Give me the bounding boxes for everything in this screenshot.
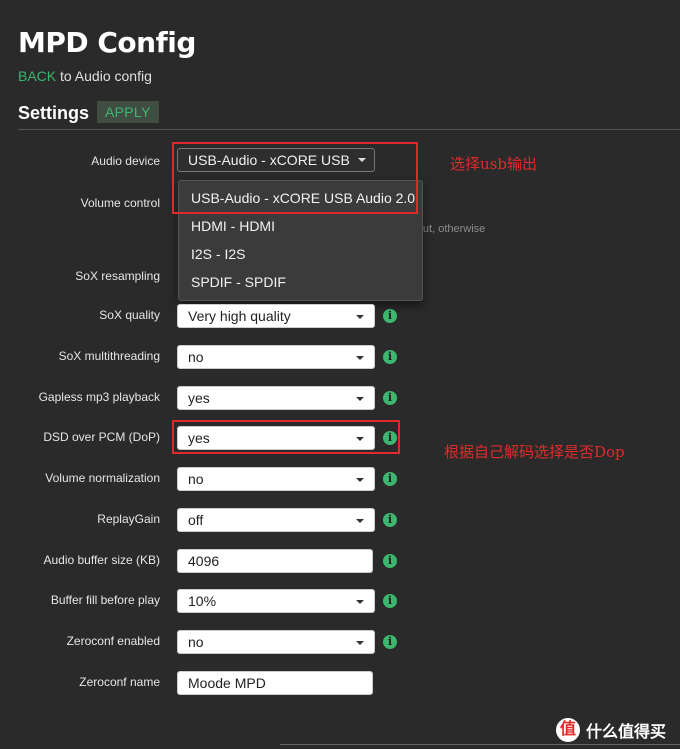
setting-label: Gapless mp3 playback [38, 390, 160, 404]
annotation-dop-text: 根据自己解码选择是否Dop [444, 443, 625, 461]
back-suffix: to Audio config [56, 68, 152, 84]
setting-label: Zeroconf name [79, 675, 160, 689]
footer-divider [280, 744, 680, 749]
sox-quality-row: SoX quality Very high quality i [0, 302, 680, 328]
info-icon[interactable]: i [383, 513, 397, 527]
volume-control-label: Volume control [80, 196, 160, 210]
chevron-down-icon [356, 315, 364, 319]
watermark-logo: 值 [556, 718, 580, 742]
annotation-usb-text: 选择usb输出 [450, 155, 537, 173]
audio-device-label: Audio device [91, 154, 160, 168]
chevron-down-icon [356, 356, 364, 360]
select-value: 10% [188, 593, 217, 609]
replaygain-select[interactable]: off [177, 508, 375, 532]
sox-quality-select[interactable]: Very high quality [177, 304, 375, 328]
setting-label: Volume normalization [45, 471, 160, 485]
audio-buffer-input[interactable]: 4096 [177, 549, 373, 573]
chevron-down-icon [356, 519, 364, 523]
page-title: MPD Config [18, 26, 196, 59]
info-icon[interactable]: i [383, 391, 397, 405]
setting-label: DSD over PCM (DoP) [43, 430, 160, 444]
setting-label: ReplayGain [97, 512, 160, 526]
buffer-fill-select[interactable]: 10% [177, 589, 375, 613]
zeroconf-name-row: Zeroconf name Moode MPD [0, 669, 680, 695]
menu-item-spdif[interactable]: SPDIF - SPDIF [179, 269, 422, 295]
gapless-mp3-row: Gapless mp3 playback yes i [0, 384, 680, 410]
setting-label: SoX multithreading [58, 349, 160, 363]
zeroconf-enabled-row: Zeroconf enabled no i [0, 628, 680, 654]
select-value: no [188, 634, 204, 650]
select-value: yes [188, 390, 210, 406]
info-icon[interactable]: i [383, 554, 397, 568]
select-value: no [188, 349, 204, 365]
select-value: no [188, 471, 204, 487]
annotation-box-usb [172, 142, 418, 214]
select-value: off [188, 512, 204, 528]
chevron-down-icon [356, 641, 364, 645]
back-link[interactable]: BACK [18, 68, 56, 84]
info-icon[interactable]: i [383, 594, 397, 608]
volume-normalization-select[interactable]: no [177, 467, 375, 491]
setting-label: Buffer fill before play [50, 593, 160, 607]
audio-buffer-row: Audio buffer size (KB) 4096 i [0, 547, 680, 573]
section-header: Settings APPLY [18, 100, 680, 130]
section-title: Settings [18, 103, 90, 123]
sox-multithreading-row: SoX multithreading no i [0, 343, 680, 369]
info-icon[interactable]: i [383, 350, 397, 364]
info-icon[interactable]: i [383, 635, 397, 649]
chevron-down-icon [356, 600, 364, 604]
replaygain-row: ReplayGain off i [0, 506, 680, 532]
chevron-down-icon [356, 478, 364, 482]
setting-label: SoX quality [99, 308, 160, 322]
buffer-fill-row: Buffer fill before play 10% i [0, 587, 680, 613]
back-line: BACK to Audio config [18, 68, 152, 84]
volume-normalization-row: Volume normalization no i [0, 465, 680, 491]
annotation-box-dop [172, 420, 400, 454]
setting-label: Audio buffer size (KB) [43, 553, 160, 567]
select-value: Very high quality [188, 308, 291, 324]
watermark: 值 什么值得买 [556, 716, 666, 744]
info-icon[interactable]: i [383, 472, 397, 486]
chevron-down-icon [356, 397, 364, 401]
menu-item-hdmi[interactable]: HDMI - HDMI [179, 213, 422, 239]
sox-multithreading-select[interactable]: no [177, 345, 375, 369]
apply-button[interactable]: APPLY [97, 101, 159, 123]
watermark-text: 什么值得买 [586, 722, 667, 741]
gapless-mp3-select[interactable]: yes [177, 386, 375, 410]
setting-label: Zeroconf enabled [66, 634, 160, 648]
sox-resampling-label: SoX resampling [75, 269, 160, 283]
zeroconf-enabled-select[interactable]: no [177, 630, 375, 654]
zeroconf-name-input[interactable]: Moode MPD [177, 671, 373, 695]
menu-item-i2s[interactable]: I2S - I2S [179, 241, 422, 267]
info-icon[interactable]: i [383, 309, 397, 323]
